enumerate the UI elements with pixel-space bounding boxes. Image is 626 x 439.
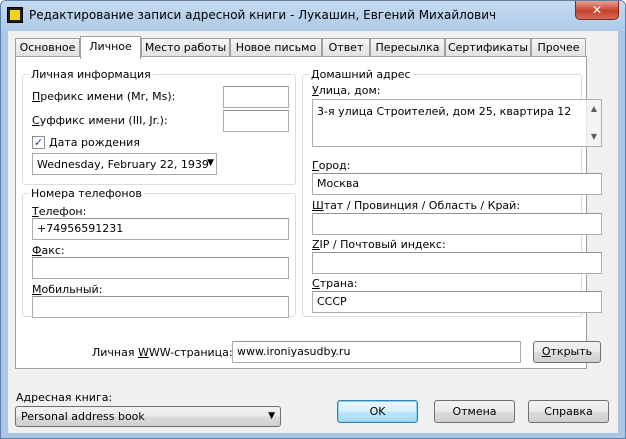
cancel-button[interactable]: Отмена <box>434 400 515 423</box>
prefix-input[interactable] <box>223 86 289 108</box>
suffix-label: Суффикс имени (III, Jr.): <box>32 114 168 127</box>
tab-other[interactable]: Прочее <box>531 38 586 57</box>
street-label: Улица, дом: <box>312 84 381 97</box>
home-address-legend: Домашний адрес <box>311 68 411 81</box>
suffix-input[interactable] <box>223 110 289 132</box>
address-book-select[interactable]: Personal address book ▼ <box>15 406 281 427</box>
mobile-label: Мобильный: <box>32 283 103 296</box>
birthday-label: Дата рождения <box>49 136 140 149</box>
address-book-label: Адресная книга: <box>16 391 113 404</box>
street-scrollbar[interactable]: ▲ ▼ <box>586 100 601 146</box>
fax-input[interactable] <box>32 257 289 279</box>
chevron-down-icon[interactable]: ▼ <box>268 411 275 421</box>
street-text: 3-я улица Строителей, дом 25, квартира 1… <box>317 105 572 118</box>
city-input[interactable]: Москва <box>312 173 602 195</box>
tab-forward[interactable]: Пересылка <box>370 38 445 57</box>
ok-button[interactable]: OK <box>337 400 418 423</box>
scroll-up-icon[interactable]: ▲ <box>587 102 601 116</box>
country-input[interactable]: СССР <box>312 291 602 313</box>
scroll-down-icon[interactable]: ▼ <box>587 130 601 144</box>
tab-main[interactable]: Основное <box>15 38 80 57</box>
tab-personal[interactable]: Личное <box>80 36 141 59</box>
street-textarea[interactable]: 3-я улица Строителей, дом 25, квартира 1… <box>312 99 602 147</box>
phone-numbers-legend: Номера телефонов <box>31 187 142 200</box>
fax-label: Факс: <box>32 244 65 257</box>
dialog-client-area: Основное Личное Место работы Новое письм… <box>8 31 618 433</box>
mobile-input[interactable] <box>32 296 289 318</box>
state-input[interactable] <box>312 213 602 235</box>
city-label: Город: <box>312 159 351 172</box>
window-title: Редактирование записи адресной книги - Л… <box>29 8 497 22</box>
birthday-checkbox[interactable]: ✓ <box>32 136 45 149</box>
tab-certificates[interactable]: Сертификаты <box>445 38 531 57</box>
birthday-date-text: Wednesday, February 22, 1939 <box>37 158 209 171</box>
help-button[interactable]: Справка <box>528 400 609 423</box>
tab-reply[interactable]: Ответ <box>322 38 370 57</box>
tab-panel-personal: Личная информация Префикс имени (Mr, Ms)… <box>15 56 602 369</box>
country-label: Страна: <box>312 277 358 290</box>
zip-label: ZIP / Почтовый индекс: <box>312 238 446 251</box>
address-book-value: Personal address book <box>21 410 145 423</box>
close-button[interactable]: ✕ <box>575 1 619 20</box>
personal-info-legend: Личная информация <box>31 68 151 81</box>
tab-new-message[interactable]: Новое письмо <box>230 38 322 57</box>
title-bar[interactable]: Редактирование записи адресной книги - Л… <box>1 1 625 31</box>
phone-label: Телефон: <box>32 205 87 218</box>
tab-work[interactable]: Место работы <box>141 38 230 57</box>
web-page-input[interactable]: www.ironiyasudby.ru <box>232 341 521 363</box>
chevron-down-icon[interactable]: ▼ <box>207 158 214 168</box>
web-page-label: Личная WWW-страница: <box>92 346 233 359</box>
prefix-label: Префикс имени (Mr, Ms): <box>32 90 176 103</box>
dialog-window: Редактирование записи адресной книги - Л… <box>0 0 626 439</box>
zip-input[interactable] <box>312 252 602 274</box>
open-web-page-button[interactable]: Открыть <box>533 341 601 363</box>
phone-input[interactable]: +74956591231 <box>32 218 289 240</box>
app-icon <box>7 7 23 23</box>
state-label: Штат / Провинция / Область / Край: <box>312 199 521 212</box>
birthday-datepicker[interactable]: Wednesday, February 22, 1939 ▼ <box>32 153 217 175</box>
